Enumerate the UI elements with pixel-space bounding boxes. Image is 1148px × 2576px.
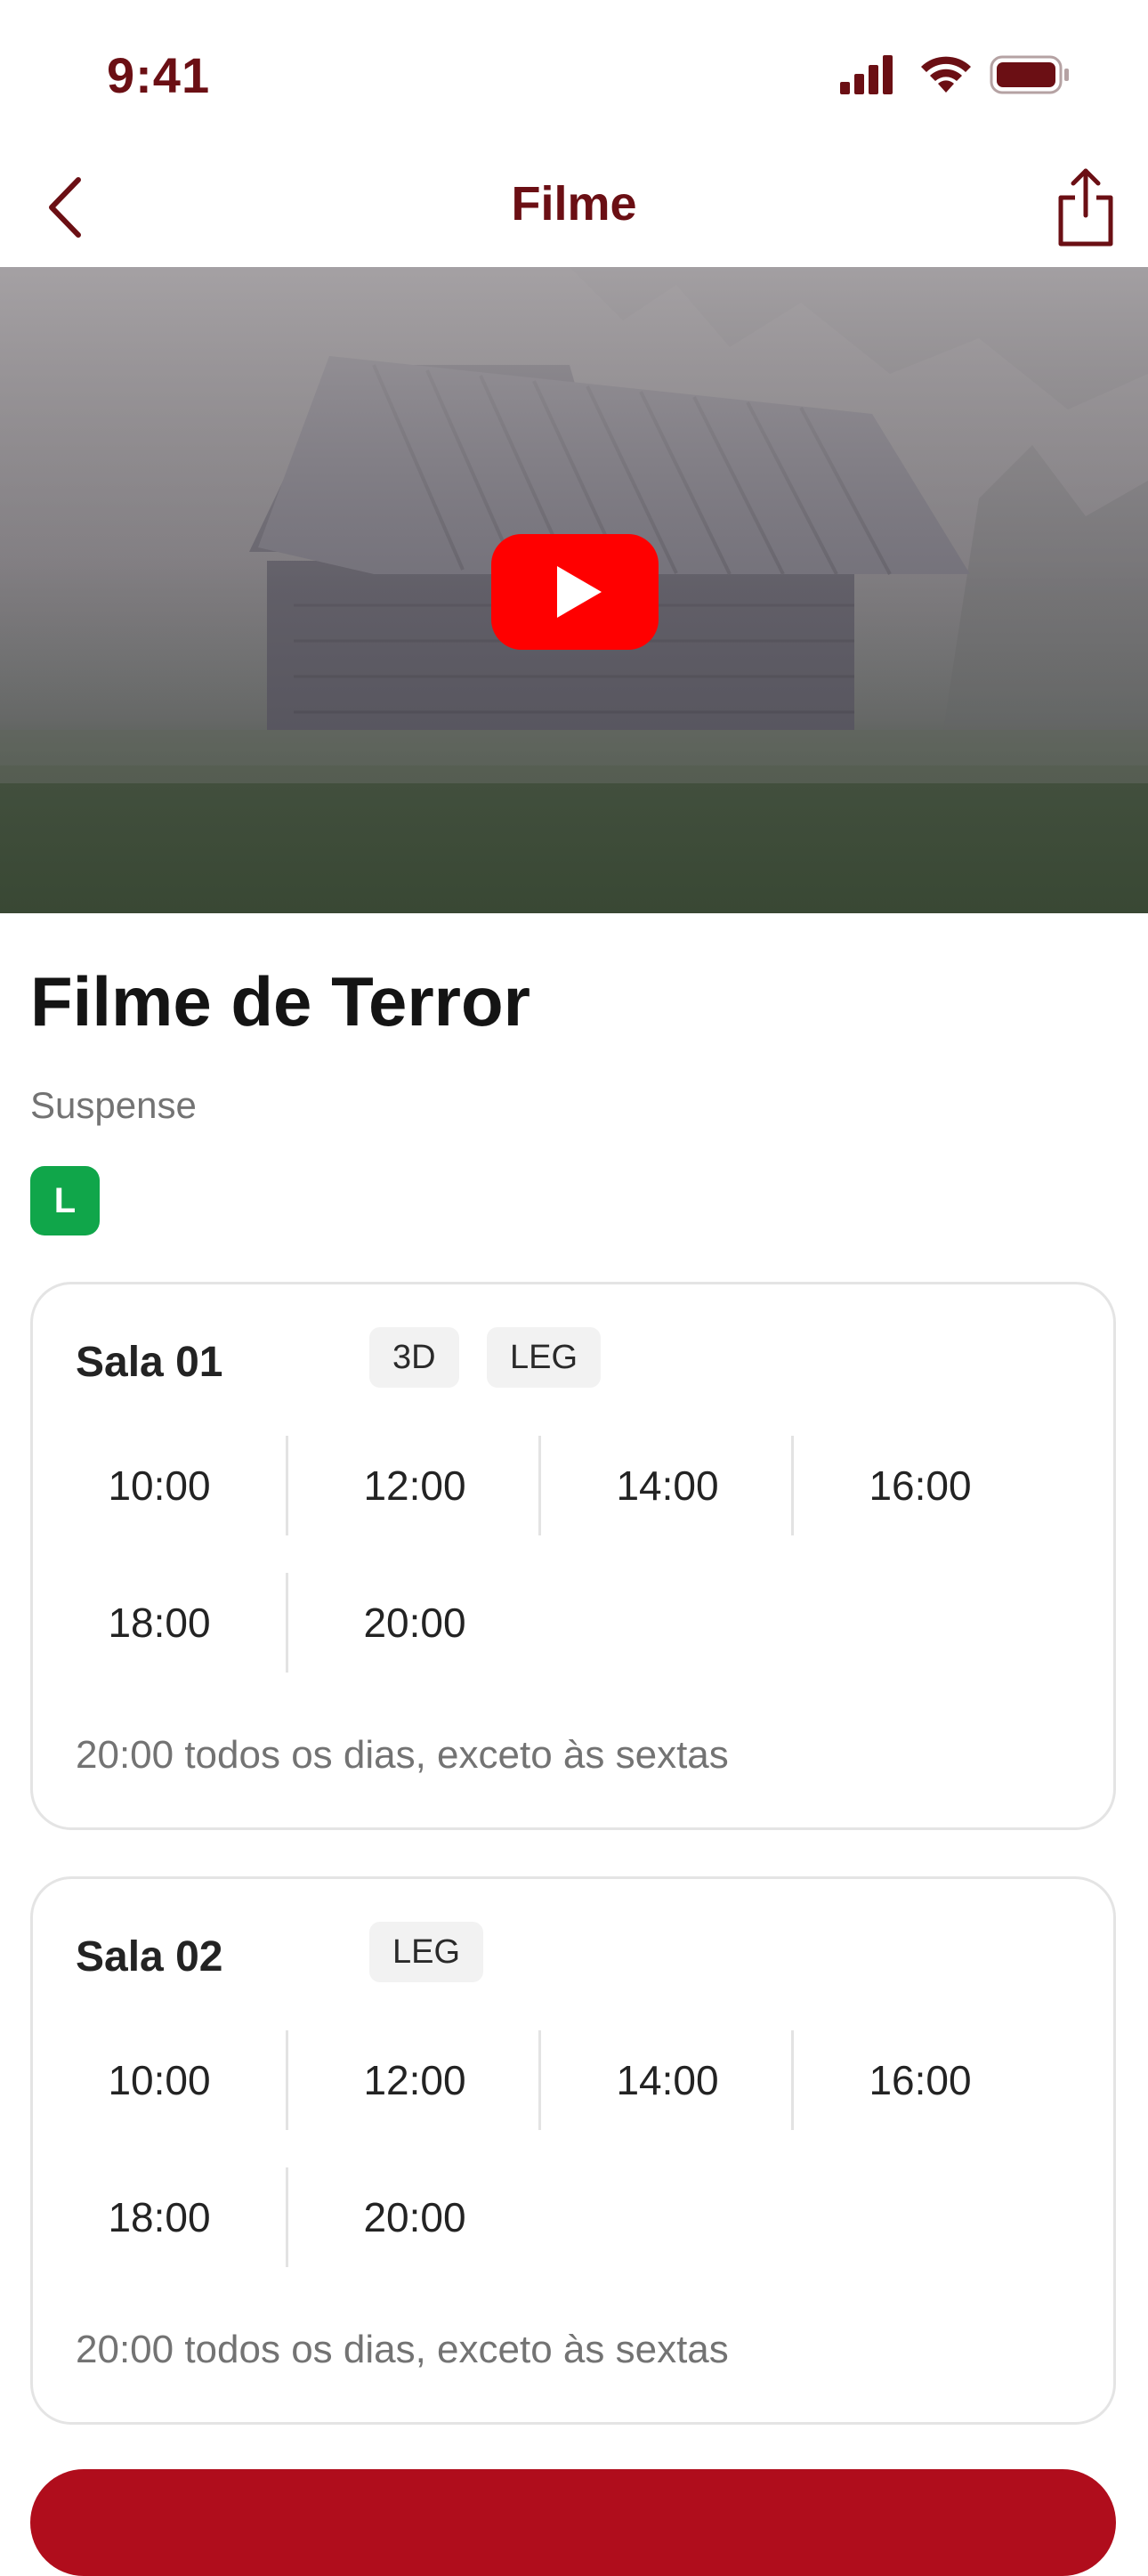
showtime-button[interactable]: 12:00 [288, 2030, 541, 2130]
showtime-button[interactable]: 16:00 [794, 1436, 1047, 1535]
showtime-button[interactable]: 10:00 [33, 1436, 286, 1535]
age-rating-badge: L [30, 1166, 100, 1235]
room-name: Sala 02 [76, 1933, 223, 1981]
play-button[interactable] [491, 534, 659, 650]
page-title: Filme [511, 177, 637, 231]
showtime-button[interactable]: 12:00 [288, 1436, 541, 1535]
format-tag-leg: LEG [369, 1922, 484, 1982]
showtime-button[interactable]: 14:00 [541, 1436, 794, 1535]
showtime-button[interactable]: 10:00 [33, 2030, 286, 2130]
nav-bar: Filme [0, 151, 1148, 267]
share-button[interactable] [1050, 164, 1121, 253]
room-note: 20:00 todos os dias, exceto às sextas [76, 2328, 729, 2371]
video-thumbnail[interactable] [0, 267, 1148, 913]
showtime-button[interactable]: 20:00 [288, 2167, 541, 2267]
format-tag-3d: 3D [369, 1327, 459, 1388]
showtime-button[interactable]: 18:00 [33, 2167, 286, 2267]
showtime-button[interactable]: 16:00 [794, 2030, 1047, 2130]
room-note: 20:00 todos os dias, exceto às sextas [76, 1733, 729, 1777]
room-card: Sala 02 LEG 10:00 12:00 14:00 16:00 18:0… [30, 1876, 1116, 2425]
status-time: 9:41 [107, 47, 211, 103]
room-name: Sala 01 [76, 1339, 223, 1386]
youtube-play-icon [491, 534, 659, 650]
room-card: Sala 01 3D LEG 10:00 12:00 14:00 16:00 1… [30, 1282, 1116, 1830]
signal-icon [840, 55, 893, 94]
movie-title: Filme de Terror [30, 962, 531, 1041]
battery-icon [990, 55, 1069, 94]
share-icon [1058, 168, 1113, 247]
cta-button[interactable] [30, 2469, 1116, 2576]
status-bar: 9:41 [0, 0, 1148, 151]
showtime-button[interactable]: 18:00 [33, 1573, 286, 1673]
wifi-icon [921, 56, 971, 93]
format-tag-leg: LEG [487, 1327, 602, 1388]
showtime-button[interactable]: 14:00 [541, 2030, 794, 2130]
showtime-button[interactable]: 20:00 [288, 1573, 541, 1673]
movie-genre: Suspense [30, 1084, 197, 1126]
